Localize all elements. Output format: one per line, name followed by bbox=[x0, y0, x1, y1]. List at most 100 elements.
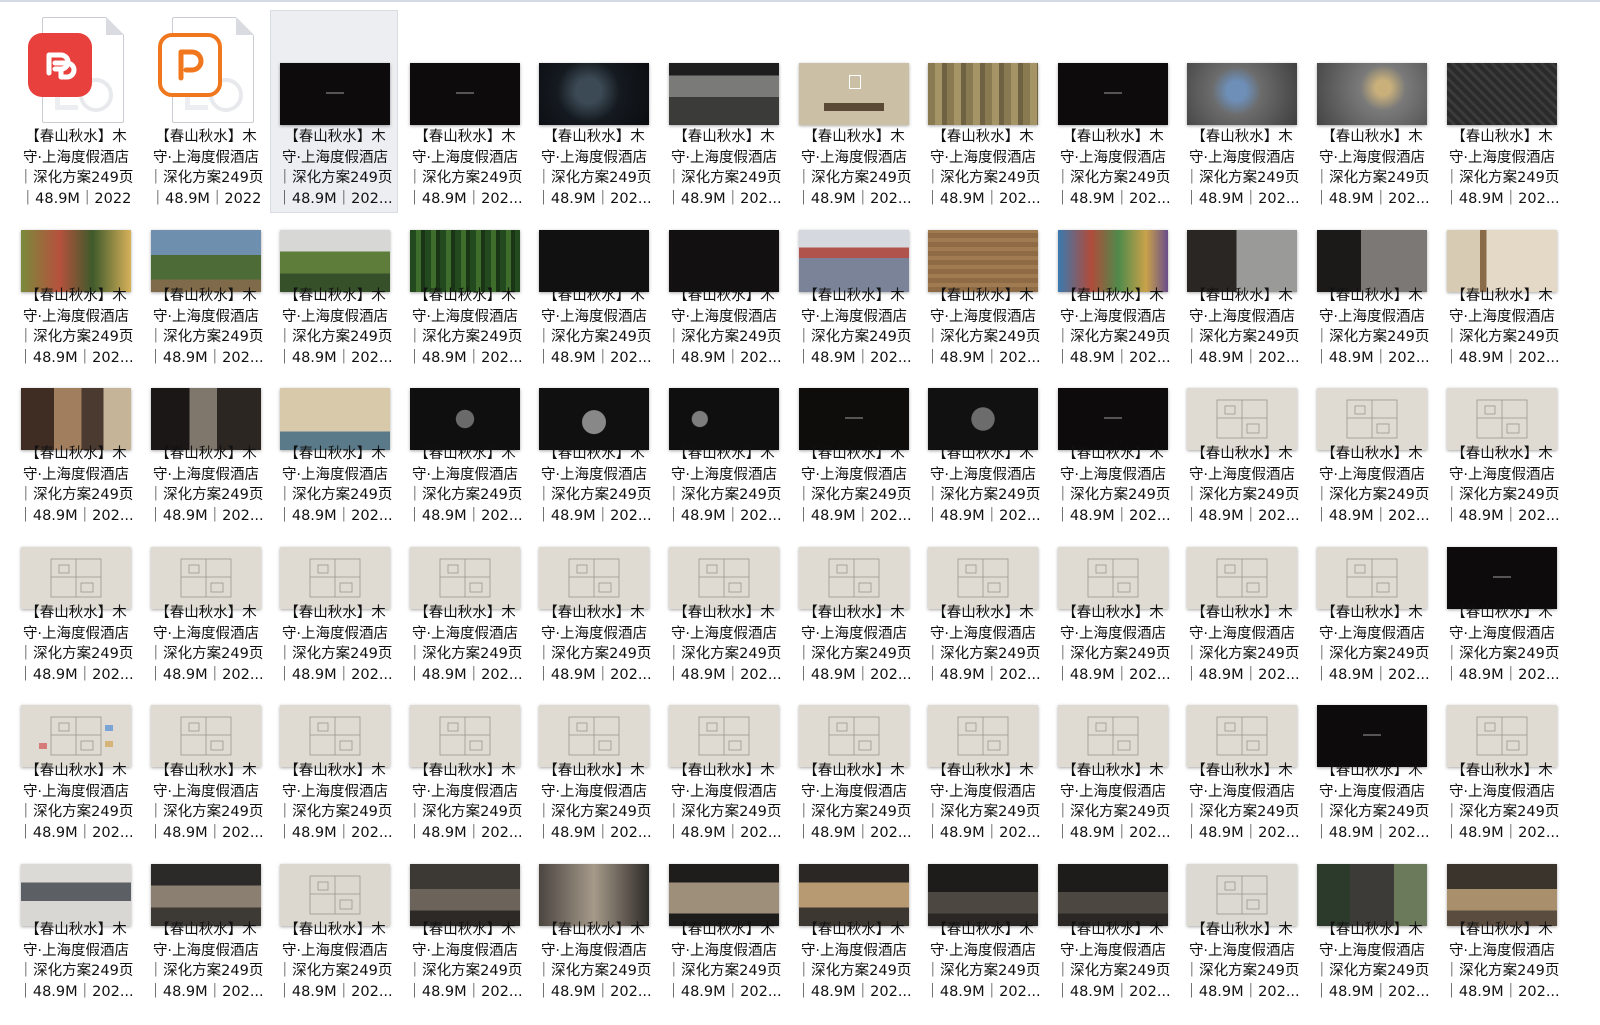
file-name-line: 守·上海度假酒店 bbox=[670, 149, 778, 166]
slide-preview-image bbox=[669, 230, 779, 292]
file-item[interactable]: 【春山秋水】木 守·上海度假酒店 ｜深化方案249页 ｜48.9M｜202... bbox=[1177, 803, 1305, 1006]
slide-preview-image bbox=[280, 230, 390, 292]
file-thumbnail bbox=[1178, 487, 1306, 609]
file-thumbnail bbox=[142, 487, 270, 609]
file-name-line: 【春山秋水】木 bbox=[25, 605, 127, 621]
file-name-label: 【春山秋水】木 守·上海度假酒店 ｜深化方案249页 ｜48.9M｜202... bbox=[1178, 920, 1306, 1002]
file-name-line: 守·上海度假酒店 bbox=[540, 149, 648, 166]
file-name-line: 【春山秋水】木 bbox=[673, 129, 775, 145]
file-name-line: ｜深化方案249页 bbox=[796, 963, 912, 979]
slide-preview-image bbox=[799, 864, 909, 926]
file-name-line: 【春山秋水】木 bbox=[1191, 288, 1293, 304]
file-name-line: 【春山秋水】木 bbox=[155, 922, 257, 938]
file-name-line: 【春山秋水】木 bbox=[414, 922, 516, 938]
file-item[interactable]: 【春山秋水】木 守·上海度假酒店 ｜深化方案249页 ｜48.9M｜202... bbox=[1307, 803, 1435, 1006]
file-thumbnail bbox=[401, 170, 529, 292]
file-grid: 【春山秋水】木 守·上海度假酒店 ｜深化方案249页 ｜48.9M｜2022 【春山秋水… bbox=[0, 0, 1600, 1025]
slide-preview-image bbox=[799, 230, 909, 292]
file-name-line: 守·上海度假酒店 bbox=[1318, 942, 1426, 959]
file-name-line: 守·上海度假酒店 bbox=[800, 466, 908, 483]
slide-preview-image bbox=[410, 547, 520, 609]
file-thumbnail bbox=[1049, 804, 1177, 926]
slide-preview-image bbox=[21, 705, 131, 767]
file-name-label: 【春山秋水】木 守·上海度假酒店 ｜深化方案249页 ｜48.9M｜202... bbox=[1438, 920, 1566, 1002]
file-name-line: 守·上海度假酒店 bbox=[1448, 308, 1556, 325]
file-name-line: 【春山秋水】木 bbox=[932, 446, 1034, 462]
slide-preview-image bbox=[1187, 864, 1297, 926]
file-name-line: 守·上海度假酒店 bbox=[1318, 625, 1426, 642]
file-name-label: 【春山秋水】木 守·上海度假酒店 ｜深化方案249页 ｜48.9M｜202... bbox=[142, 920, 270, 1002]
file-item[interactable]: 【春山秋水】木 守·上海度假酒店 ｜深化方案249页 ｜48.9M｜202... bbox=[270, 803, 398, 1006]
slide-preview-image bbox=[1447, 230, 1557, 292]
file-name-line: 【春山秋水】木 bbox=[543, 446, 645, 462]
slide-preview-image bbox=[928, 63, 1038, 125]
file-name-line: ｜深化方案249页 bbox=[1184, 963, 1300, 979]
file-name-line: 【春山秋水】木 bbox=[284, 763, 386, 779]
file-item[interactable]: 【春山秋水】木 守·上海度假酒店 ｜深化方案249页 ｜48.9M｜202... bbox=[529, 803, 657, 1006]
file-thumbnail bbox=[271, 328, 399, 450]
file-name-line: 守·上海度假酒店 bbox=[540, 308, 648, 325]
slide-preview-image bbox=[539, 705, 649, 767]
file-item[interactable]: 【春山秋水】木 守·上海度假酒店 ｜深化方案249页 ｜48.9M｜202... bbox=[1048, 803, 1176, 1006]
file-name-line: 【春山秋水】木 bbox=[1451, 446, 1553, 462]
file-thumbnail bbox=[12, 170, 140, 292]
file-name-line: ｜深化方案249页 bbox=[277, 963, 393, 979]
slide-preview-image bbox=[1058, 547, 1168, 609]
file-item[interactable]: 【春山秋水】木 守·上海度假酒店 ｜深化方案249页 ｜48.9M｜202... bbox=[400, 803, 528, 1006]
file-thumbnail bbox=[1438, 328, 1566, 450]
slide-preview-image bbox=[410, 864, 520, 926]
slide-preview-image bbox=[1187, 388, 1297, 450]
slide-preview-image bbox=[669, 388, 779, 450]
file-name-line: 【春山秋水】木 bbox=[932, 763, 1034, 779]
file-item[interactable]: 【春山秋水】木 守·上海度假酒店 ｜深化方案249页 ｜48.9M｜202... bbox=[141, 803, 269, 1006]
slide-preview-image bbox=[1058, 63, 1168, 125]
file-name-line: 【春山秋水】木 bbox=[932, 129, 1034, 145]
file-name-line: 守·上海度假酒店 bbox=[800, 783, 908, 800]
file-name-line: 【春山秋水】木 bbox=[25, 129, 127, 145]
file-thumbnail bbox=[919, 170, 1047, 292]
file-name-line: 守·上海度假酒店 bbox=[152, 625, 260, 642]
file-name-line: 守·上海度假酒店 bbox=[152, 942, 260, 959]
file-thumbnail bbox=[1438, 11, 1566, 125]
file-thumbnail bbox=[271, 487, 399, 609]
file-name-line: 守·上海度假酒店 bbox=[670, 308, 778, 325]
file-name-line: 【春山秋水】木 bbox=[1191, 763, 1293, 779]
file-name-line: 【春山秋水】木 bbox=[932, 605, 1034, 621]
file-name-line: 【春山秋水】木 bbox=[1191, 922, 1293, 938]
file-item[interactable]: 【春山秋水】木 守·上海度假酒店 ｜深化方案249页 ｜48.9M｜202... bbox=[789, 803, 917, 1006]
slide-preview-image bbox=[539, 864, 649, 926]
file-name-line: 守·上海度假酒店 bbox=[281, 783, 389, 800]
file-thumbnail bbox=[660, 170, 788, 292]
slide-preview-image bbox=[539, 63, 649, 125]
file-name-line: 【春山秋水】木 bbox=[543, 763, 645, 779]
file-item[interactable]: 【春山秋水】木 守·上海度假酒店 ｜深化方案249页 ｜48.9M｜202... bbox=[659, 803, 787, 1006]
file-thumbnail bbox=[1178, 11, 1306, 125]
file-name-line: 守·上海度假酒店 bbox=[281, 625, 389, 642]
file-name-line: 【春山秋水】木 bbox=[284, 605, 386, 621]
file-name-line: ｜深化方案249页 bbox=[1055, 963, 1171, 979]
file-name-line: 【春山秋水】木 bbox=[25, 288, 127, 304]
file-name-line: 【春山秋水】木 bbox=[1321, 922, 1423, 938]
file-name-line: ｜48.9M｜202... bbox=[148, 983, 264, 1000]
file-name-label: 【春山秋水】木 守·上海度假酒店 ｜深化方案249页 ｜48.9M｜202... bbox=[1049, 920, 1177, 1002]
slide-preview-image bbox=[928, 230, 1038, 292]
file-name-line: 守·上海度假酒店 bbox=[1188, 308, 1296, 325]
file-item[interactable]: 【春山秋水】木 守·上海度假酒店 ｜深化方案249页 ｜48.9M｜202... bbox=[918, 803, 1046, 1006]
file-name-line: 【春山秋水】木 bbox=[155, 288, 257, 304]
file-name-line: 【春山秋水】木 bbox=[414, 605, 516, 621]
file-name-line: 【春山秋水】木 bbox=[1062, 922, 1164, 938]
file-thumbnail bbox=[1178, 804, 1306, 926]
file-thumbnail bbox=[530, 645, 658, 767]
file-name-line: ｜48.9M｜202... bbox=[925, 983, 1041, 1000]
file-name-line: 守·上海度假酒店 bbox=[1188, 942, 1296, 959]
file-name-line: 【春山秋水】木 bbox=[25, 763, 127, 779]
file-name-line: 守·上海度假酒店 bbox=[411, 942, 519, 959]
file-thumbnail bbox=[142, 170, 270, 292]
file-name-line: 守·上海度假酒店 bbox=[1059, 625, 1167, 642]
file-item[interactable]: 【春山秋水】木 守·上海度假酒店 ｜深化方案249页 ｜48.9M｜202... bbox=[1437, 803, 1565, 1006]
file-name-line: 守·上海度假酒店 bbox=[800, 308, 908, 325]
file-name-line: ｜48.9M｜202... bbox=[796, 983, 912, 1000]
file-name-line: 【春山秋水】木 bbox=[803, 922, 905, 938]
file-item[interactable]: 【春山秋水】木 守·上海度假酒店 ｜深化方案249页 ｜48.9M｜202... bbox=[11, 803, 139, 1006]
file-name-line: 守·上海度假酒店 bbox=[1059, 149, 1167, 166]
